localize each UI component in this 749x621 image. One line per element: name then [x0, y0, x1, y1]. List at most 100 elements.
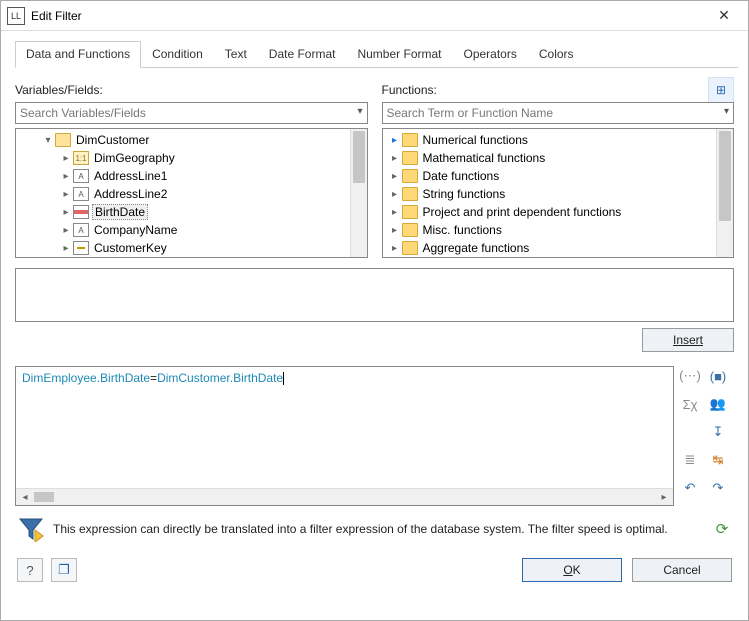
expand-icon[interactable]: ▸	[389, 225, 401, 236]
scroll-right-icon[interactable]: ▸	[657, 492, 671, 503]
variables-tree[interactable]: ▾DimCustomer▸1:1DimGeography▸AAddressLin…	[15, 128, 368, 258]
tree-item[interactable]: ▾ DimCustomer	[16, 131, 350, 149]
folder-icon	[402, 187, 418, 201]
text-field-icon: A	[73, 169, 89, 183]
tree-item-label: Aggregate functions	[421, 241, 532, 255]
tab-operators[interactable]: Operators	[453, 41, 528, 68]
folder-icon	[402, 205, 418, 219]
tool-lines-icon[interactable]: ≣	[680, 450, 700, 470]
tool-parentheses-icon[interactable]: (⋯)	[680, 366, 700, 386]
expand-icon[interactable]: ▸	[60, 189, 72, 200]
functions-scrollbar[interactable]	[716, 129, 733, 257]
expression-part2: DimCustomer.BirthDate	[157, 371, 283, 385]
functions-heading: Functions:	[382, 83, 437, 97]
date-field-icon	[73, 205, 89, 219]
expand-icon[interactable]: ▸	[389, 207, 401, 218]
folder-icon	[402, 241, 418, 255]
functions-tree[interactable]: ▸Numerical functions▸Mathematical functi…	[382, 128, 735, 258]
expand-icon[interactable]: ▸	[60, 171, 72, 182]
tree-item[interactable]: ▸ Date functions	[383, 167, 717, 185]
insert-button[interactable]: Insert	[642, 328, 734, 352]
tool-wrap-icon[interactable]: ↧	[708, 422, 728, 442]
tree-item[interactable]: ▸ BirthDate	[16, 203, 350, 221]
tool-sum-icon[interactable]: Σχ	[680, 394, 700, 414]
tree-item[interactable]: ▸AAddressLine1	[16, 167, 350, 185]
relation-icon: 1:1	[73, 151, 89, 165]
folder-icon	[402, 151, 418, 165]
close-button[interactable]: ✕	[702, 2, 746, 30]
tree-item[interactable]: ▸CustomerKey	[16, 239, 350, 257]
expand-icon[interactable]: ▸	[60, 207, 72, 218]
filter-funnel-icon	[17, 516, 45, 542]
description-box	[15, 268, 734, 322]
expression-hscrollbar[interactable]: ◂ ▸	[16, 488, 673, 505]
expand-icon[interactable]: ▸	[389, 153, 401, 164]
expand-icon[interactable]: ▸	[389, 171, 401, 182]
tree-item-label: Project and print dependent functions	[421, 205, 624, 219]
tree-item-label: AddressLine1	[92, 169, 169, 183]
expression-part1: DimEmployee.BirthDate	[22, 371, 150, 385]
tree-item-label: BirthDate	[92, 204, 148, 220]
folder-icon	[402, 223, 418, 237]
tab-data-and-functions[interactable]: Data and Functions	[15, 41, 141, 68]
tree-item[interactable]: ▸ Mathematical functions	[383, 149, 717, 167]
tool-braces-icon[interactable]: (■)	[708, 366, 728, 386]
expression-editor[interactable]: DimEmployee.BirthDate=DimCustomer.BirthD…	[15, 366, 674, 506]
tab-date-format[interactable]: Date Format	[258, 41, 347, 68]
tree-item-label: Date functions	[421, 169, 502, 183]
tree-item[interactable]: ▸String functions	[383, 185, 717, 203]
variables-panel: Variables/Fields: Search Variables/Field…	[15, 80, 368, 258]
tab-condition[interactable]: Condition	[141, 41, 214, 68]
text-field-icon: A	[73, 187, 89, 201]
undo-icon[interactable]: ↶	[680, 478, 700, 498]
key-field-icon	[73, 241, 89, 255]
tab-data-and-functions: Variables/Fields: Search Variables/Field…	[11, 68, 738, 586]
window-title: Edit Filter	[31, 9, 702, 23]
tree-item[interactable]: ▸ Aggregate functions	[383, 239, 717, 257]
toolbar-grid-button[interactable]: ⊞	[708, 77, 734, 103]
expression-tool-palette: (⋯) (■) Σχ 👥 ↧ ≣ ↹ ↶ ↷	[680, 366, 734, 506]
tree-item[interactable]: ▸Numerical functions	[383, 131, 717, 149]
dialog-content: Data and FunctionsConditionTextDate Form…	[1, 31, 748, 592]
cancel-button[interactable]: Cancel	[632, 558, 732, 582]
expand-icon[interactable]: ▸	[60, 243, 72, 254]
tool-users-icon[interactable]: 👥	[708, 394, 728, 414]
tree-item[interactable]: ▸ Project and print dependent functions	[383, 203, 717, 221]
scroll-left-icon[interactable]: ◂	[18, 492, 32, 503]
functions-search-input[interactable]: Search Term or Function Name ▾	[382, 102, 735, 124]
help-button[interactable]: ?	[17, 558, 43, 582]
ok-button[interactable]: OK	[522, 558, 622, 582]
tree-item-label: DimCustomer	[74, 133, 151, 147]
tree-item[interactable]: ▸Misc. functions	[383, 221, 717, 239]
collapse-icon[interactable]: ▾	[42, 135, 54, 146]
variables-search-input[interactable]: Search Variables/Fields ▾	[15, 102, 368, 124]
dialog-footer: ? ❐ OK Cancel	[15, 558, 734, 582]
tree-item-label: CompanyName	[92, 223, 179, 237]
expand-icon[interactable]: ▸	[389, 243, 401, 254]
expand-icon[interactable]: ▸	[389, 135, 401, 146]
refresh-icon[interactable]: ⟳	[712, 519, 732, 539]
expand-icon[interactable]: ▸	[60, 225, 72, 236]
tool-indent-icon[interactable]: ↹	[708, 450, 728, 470]
tree-item-label: Mathematical functions	[421, 151, 548, 165]
tree-item-label: AddressLine2	[92, 187, 169, 201]
chevron-down-icon: ▾	[724, 106, 729, 117]
expand-icon[interactable]: ▸	[389, 189, 401, 200]
redo-icon[interactable]: ↷	[708, 478, 728, 498]
tab-text[interactable]: Text	[214, 41, 258, 68]
app-icon: LL	[7, 7, 25, 25]
functions-search-placeholder: Search Term or Function Name	[387, 106, 554, 120]
text-field-icon: A	[73, 223, 89, 237]
tab-strip: Data and FunctionsConditionTextDate Form…	[15, 41, 738, 68]
windows-button[interactable]: ❐	[51, 558, 77, 582]
status-text: This expression can directly be translat…	[53, 522, 704, 536]
tree-item[interactable]: ▸ACompanyName	[16, 221, 350, 239]
variables-scrollbar[interactable]	[350, 129, 367, 257]
expand-icon[interactable]: ▸	[60, 153, 72, 164]
tree-item[interactable]: ▸AAddressLine2	[16, 185, 350, 203]
folder-icon	[402, 169, 418, 183]
tab-number-format[interactable]: Number Format	[346, 41, 452, 68]
titlebar: LL Edit Filter ✕	[1, 1, 748, 31]
tab-colors[interactable]: Colors	[528, 41, 585, 68]
tree-item[interactable]: ▸1:1DimGeography	[16, 149, 350, 167]
